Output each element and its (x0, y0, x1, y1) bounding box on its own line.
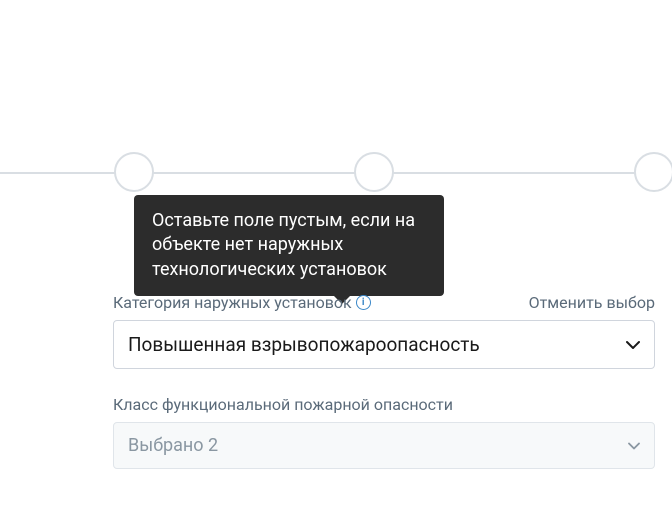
field-group-outdoor-category: Категория наружных установок i Отменить … (113, 293, 655, 369)
chevron-down-icon (626, 340, 640, 350)
outdoor-category-label: Категория наружных установок i (113, 293, 371, 312)
stepper-node-1[interactable] (114, 152, 154, 192)
outdoor-category-select[interactable]: Повышенная взрывопожароопасность (113, 320, 655, 369)
stepper-line (0, 172, 672, 174)
functional-class-select[interactable]: Выбрано 2 (113, 422, 655, 469)
functional-class-label: Класс функциональной пожарной опасности (113, 395, 655, 414)
stepper-node-3[interactable] (634, 152, 672, 192)
field-group-functional-class: Класс функциональной пожарной опасности … (113, 395, 655, 469)
stepper-node-2[interactable] (354, 152, 394, 192)
label-row: Категория наружных установок i Отменить … (113, 293, 655, 312)
info-icon[interactable]: i (356, 295, 371, 310)
info-glyph: i (362, 298, 365, 308)
label-text: Класс функциональной пожарной опасности (113, 395, 453, 414)
label-text: Категория наружных установок (113, 293, 352, 312)
info-tooltip: Оставьте поле пустым, если на объекте не… (134, 195, 444, 296)
select-value: Выбрано 2 (128, 435, 218, 456)
tooltip-text: Оставьте поле пустым, если на объекте не… (152, 210, 415, 280)
form-area: Категория наружных установок i Отменить … (113, 293, 655, 469)
progress-stepper (0, 152, 672, 192)
chevron-down-icon (628, 442, 640, 450)
cancel-selection-link[interactable]: Отменить выбор (529, 293, 655, 312)
select-value: Повышенная взрывопожароопасность (128, 333, 480, 356)
